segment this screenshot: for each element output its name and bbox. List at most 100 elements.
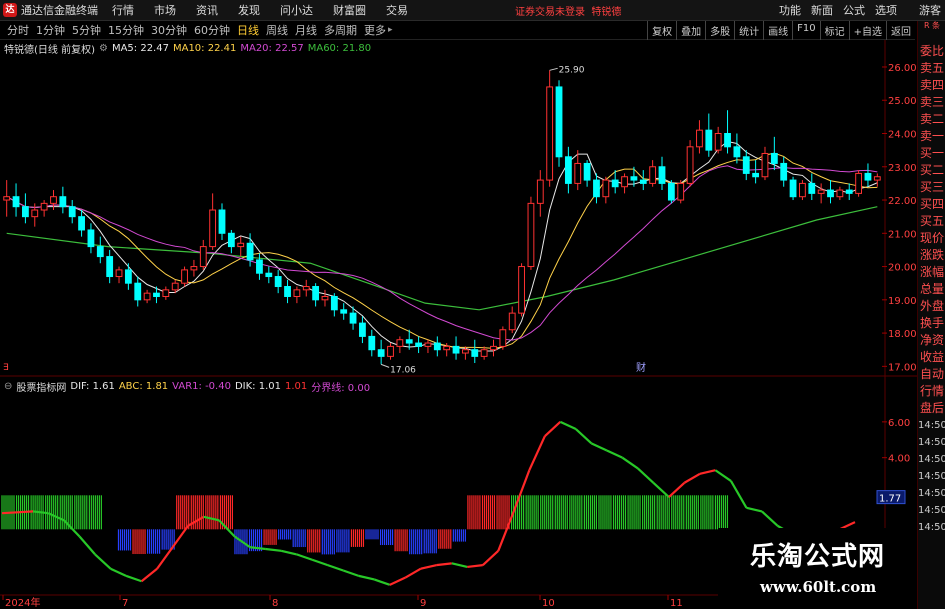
dif-line-segment	[621, 456, 639, 470]
panel-item[interactable]: 14:50	[918, 485, 945, 502]
candle-body	[190, 266, 198, 271]
candle-body	[162, 289, 170, 297]
candle-body	[415, 342, 422, 347]
dif-line-segment	[590, 442, 608, 452]
candle-body	[293, 289, 301, 297]
indicator-axis-label: 4.00	[888, 454, 910, 465]
panel-item[interactable]: 14:50	[918, 434, 945, 451]
panel-item[interactable]: 卖四	[918, 77, 945, 94]
panel-item[interactable]: 买四	[918, 196, 945, 213]
panel-item[interactable]: 盘后	[918, 400, 945, 417]
candle-body	[330, 295, 338, 311]
finance-marker[interactable]: 财	[636, 361, 646, 374]
dif-line-segment	[125, 574, 142, 583]
dif-line-segment	[373, 578, 391, 586]
panel-item[interactable]: 买二	[918, 162, 945, 179]
candle-body	[443, 345, 451, 351]
candle-body	[106, 256, 114, 278]
candle-body	[40, 202, 48, 211]
candle-body	[377, 349, 385, 357]
event-marker-left[interactable]: ∃	[3, 363, 9, 373]
panel-item[interactable]: 总量	[918, 281, 945, 298]
candle-body	[808, 182, 816, 194]
watermark-title: 乐淘公式网	[750, 542, 886, 572]
panel-item[interactable]: 收益	[918, 349, 945, 366]
watermark: 乐淘公式网 www.60lt.com	[718, 528, 917, 609]
dif-line-segment	[637, 467, 655, 484]
panel-item[interactable]: 14:50	[918, 468, 945, 485]
panel-item[interactable]: 换手	[918, 315, 945, 332]
current-indicator-value: 1.77	[879, 494, 901, 505]
candle-body	[677, 182, 685, 201]
panel-item[interactable]: 外盘	[918, 298, 945, 315]
dif-line-segment	[746, 506, 763, 513]
panel-item[interactable]: 行情	[918, 383, 945, 400]
panel-item[interactable]: 卖一	[918, 128, 945, 145]
panel-item[interactable]: 14:50	[918, 451, 945, 468]
candle-body	[96, 246, 104, 258]
panel-item[interactable]: 14:50	[918, 417, 945, 434]
candle-body	[171, 282, 179, 291]
dif-line-segment	[714, 469, 732, 482]
panel-item[interactable]: 现价	[918, 230, 945, 247]
candle-body	[237, 242, 245, 248]
candle-body	[621, 176, 628, 188]
candle-body	[302, 286, 310, 291]
kline-chart[interactable]: 26.00 25.00 24.00 23.00 22.00 21.00 20.00 19.00…	[0, 0, 917, 609]
panel-item[interactable]: 卖二	[918, 111, 945, 128]
dif-line-segment	[683, 472, 701, 484]
dif-line-segment	[250, 546, 266, 551]
price-axis-label: 26.00	[888, 63, 917, 74]
panel-item[interactable]: 净资	[918, 332, 945, 349]
candle-body	[845, 189, 853, 194]
candle-body	[227, 232, 235, 248]
candle-body	[696, 129, 703, 148]
price-axis-label: 20.00	[888, 263, 917, 274]
candle-body	[359, 322, 366, 337]
panel-item[interactable]: 买五	[918, 213, 945, 230]
candle-body	[752, 172, 760, 178]
dif-line-segment	[265, 547, 282, 552]
panel-item[interactable]: 自动	[918, 366, 945, 383]
menu-guest[interactable]: 游客	[919, 2, 941, 18]
panel-item[interactable]: 买一	[918, 145, 945, 162]
panel-item[interactable]: 涨幅	[918, 264, 945, 281]
candle-body	[705, 129, 713, 151]
candle-body	[611, 179, 619, 188]
panel-item[interactable]: 买三	[918, 179, 945, 196]
panel-item[interactable]: 14:50	[918, 519, 945, 536]
dif-line-segment	[544, 421, 562, 437]
candle-body	[630, 176, 638, 181]
candle-body	[433, 342, 441, 351]
candle-body	[733, 146, 741, 158]
candle-body	[22, 206, 29, 218]
price-axis-label: 22.00	[888, 196, 917, 207]
candle-body	[593, 179, 600, 198]
dif-line-segment	[451, 562, 468, 568]
panel-item[interactable]: 涨跌	[918, 247, 945, 264]
panel-item[interactable]: 14:50	[918, 502, 945, 519]
dif-line-segment	[575, 428, 593, 445]
panel-header[interactable]: R 条	[918, 21, 945, 43]
candle-body	[546, 86, 554, 181]
candle-body	[508, 312, 516, 331]
candle-body	[480, 349, 488, 357]
high-label: 25.90	[559, 65, 585, 75]
dif-line-segment	[761, 510, 779, 527]
panel-item[interactable]: 卖三	[918, 94, 945, 111]
time-axis-label: 9	[420, 598, 426, 609]
panel-item[interactable]: 卖五	[918, 60, 945, 77]
candle-body	[349, 312, 357, 324]
candle-body	[817, 189, 825, 194]
time-axis-label: 10	[542, 598, 555, 609]
high-marker	[549, 67, 558, 71]
candle-body	[686, 146, 694, 184]
candle-body	[761, 152, 769, 178]
candle-body	[649, 166, 657, 184]
panel-item[interactable]: 委比	[918, 43, 945, 60]
candle-body	[256, 259, 263, 274]
candle-body	[555, 86, 563, 158]
candle-body	[452, 345, 460, 354]
candle-body	[209, 209, 217, 248]
candle-body	[827, 189, 834, 198]
